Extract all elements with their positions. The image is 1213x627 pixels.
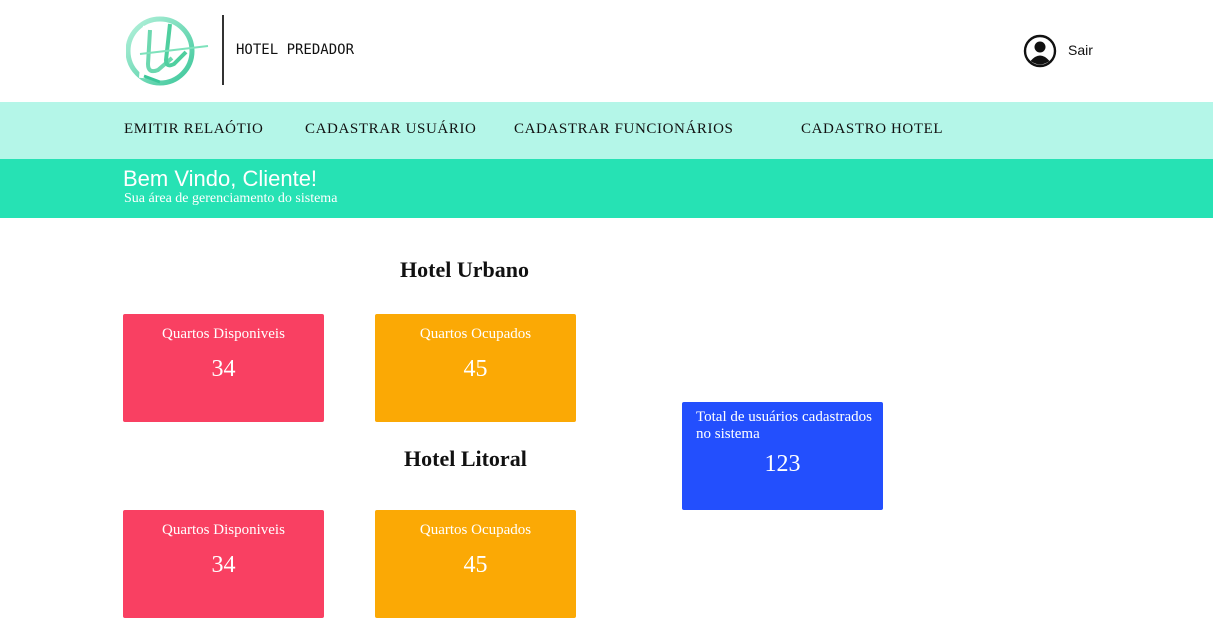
hotel-title: Hotel Urbano <box>400 257 529 282</box>
total-users-card: Total de usuários cadastrados no sistema… <box>682 402 883 510</box>
available-rooms-card: Quartos Disponiveis 34 <box>123 510 324 618</box>
occupied-rooms-card: Quartos Ocupados 45 <box>375 314 576 422</box>
logo-divider <box>222 15 224 85</box>
nav-register-user[interactable]: CADASTRAR USUÁRIO <box>305 121 476 138</box>
welcome-banner: Bem Vindo, Cliente! Sua área de gerencia… <box>0 159 1213 218</box>
welcome-subtitle: Sua área de gerenciamento do sistema <box>124 191 338 206</box>
card-label: Quartos Disponiveis <box>162 522 285 538</box>
card-value: 34 <box>211 356 236 382</box>
total-users-label: Total de usuários cadastrados no sistema <box>696 409 872 442</box>
occupied-rooms-card: Quartos Ocupados 45 <box>375 510 576 618</box>
brand-name: HOTEL PREDADOR <box>236 42 355 58</box>
hotel-title: Hotel Litoral <box>404 446 527 471</box>
card-value: 34 <box>211 552 236 578</box>
nav-register-hotel[interactable]: CADASTRO HOTEL <box>801 121 943 138</box>
card-value: 45 <box>463 552 488 578</box>
card-label: Quartos Ocupados <box>419 522 532 538</box>
logout-button[interactable]: Sair <box>1068 42 1093 58</box>
card-value: 45 <box>463 356 488 382</box>
hotel-logo <box>126 16 209 86</box>
nav-register-employees[interactable]: CADASTRAR FUNCIONÁRIOS <box>514 121 733 138</box>
available-rooms-card: Quartos Disponiveis 34 <box>123 314 324 422</box>
card-label: Quartos Disponiveis <box>162 326 285 342</box>
nav-emit-report[interactable]: EMITIR RELAÓTIO <box>124 121 263 138</box>
welcome-title: Bem Vindo, Cliente! <box>123 166 318 191</box>
card-label: Quartos Ocupados <box>419 326 532 342</box>
user-icon[interactable] <box>1023 34 1057 68</box>
main-nav: EMITIR RELAÓTIO CADASTRAR USUÁRIO CADAST… <box>0 102 1213 159</box>
total-users-value: 123 <box>764 451 801 477</box>
header: HOTEL PREDADOR Sair <box>0 0 1213 102</box>
